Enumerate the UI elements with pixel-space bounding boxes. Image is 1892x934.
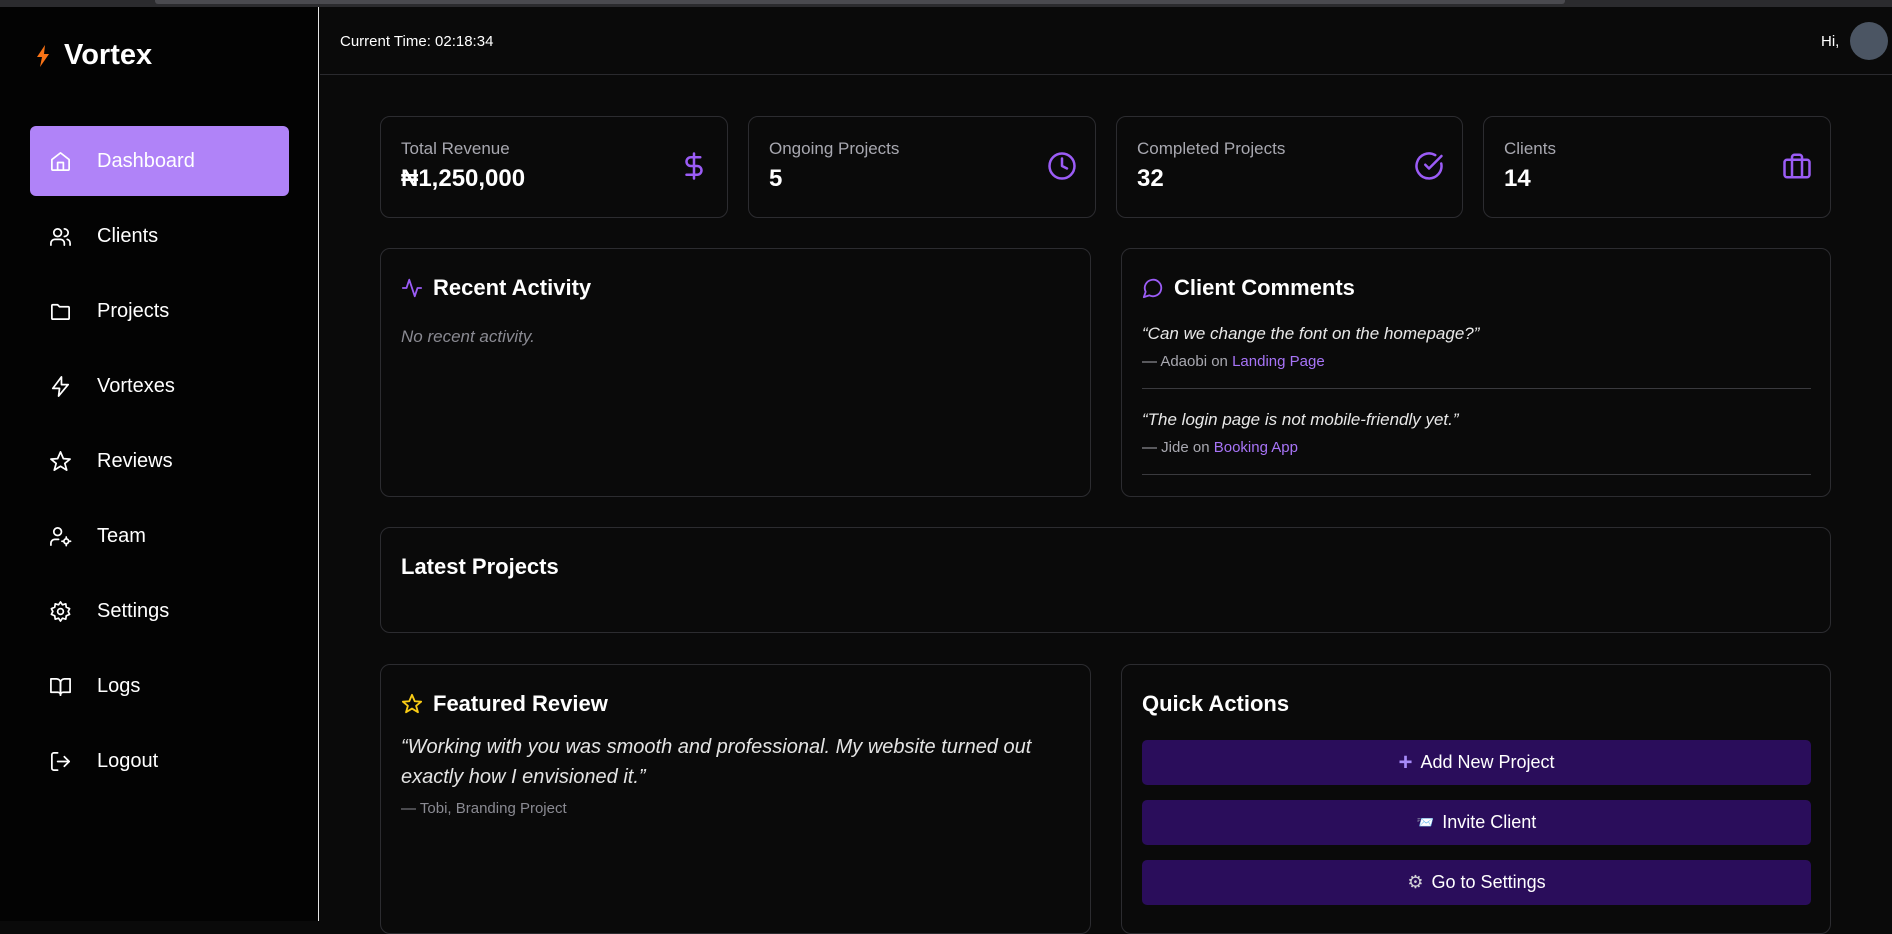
sidebar-item-label: Settings <box>97 599 170 622</box>
gear-icon <box>50 600 71 622</box>
featured-review-heading: Featured Review <box>433 691 608 716</box>
star-icon <box>50 450 71 471</box>
dollar-icon <box>685 152 703 180</box>
comment-project-link[interactable]: Booking App <box>1214 439 1298 456</box>
stat-value: 5 <box>769 165 783 192</box>
quick-actions-card: Quick Actions + Add New Project 📨 Invite… <box>1121 664 1831 934</box>
sidebar: Vortex Dashboard Clients Projects Vortex… <box>0 7 319 921</box>
sidebar-item-label: Projects <box>97 299 170 322</box>
avatar[interactable] <box>1850 22 1888 60</box>
current-time: Current Time: 02:18:34 <box>340 33 494 50</box>
comment-quote: “The login page is not mobile-friendly y… <box>1142 410 1459 429</box>
quick-actions-heading: Quick Actions <box>1142 691 1290 716</box>
brand-logo[interactable]: Vortex <box>36 39 152 72</box>
latest-projects-card: Latest Projects <box>380 527 1831 633</box>
comment-quote: “Can we change the font on the homepage?… <box>1142 324 1480 343</box>
comment-item: “The login page is not mobile-friendly y… <box>1142 410 1811 475</box>
gear-icon: ⚙ <box>1407 872 1424 892</box>
sidebar-item-clients[interactable]: Clients <box>30 201 289 271</box>
stat-card-clients: Clients 14 <box>1483 116 1831 218</box>
recent-activity-title: Recent Activity <box>401 275 591 301</box>
latest-projects-title: Latest Projects <box>401 554 559 580</box>
top-bar: Current Time: 02:18:34 Hi, <box>320 7 1892 75</box>
featured-review-title: Featured Review <box>401 691 608 717</box>
sidebar-item-label: Reviews <box>97 449 173 472</box>
button-label: Go to Settings <box>1431 872 1546 892</box>
comment-meta: — Adaobi on Landing Page <box>1142 353 1811 370</box>
client-comments-heading: Client Comments <box>1174 275 1355 300</box>
stat-value: 14 <box>1504 165 1531 192</box>
sidebar-item-projects[interactable]: Projects <box>30 276 289 346</box>
quick-actions-title: Quick Actions <box>1142 691 1289 717</box>
comment-author: — Jide on <box>1142 439 1214 456</box>
star-icon <box>401 693 423 714</box>
message-circle-icon <box>1142 278 1163 299</box>
zap-icon <box>51 375 70 397</box>
stat-label: Total Revenue <box>401 139 510 158</box>
recent-activity-heading: Recent Activity <box>433 275 592 300</box>
stat-label: Completed Projects <box>1137 139 1286 158</box>
stat-value: 32 <box>1137 165 1164 192</box>
bolt-logo-icon <box>37 44 49 67</box>
button-label: Add New Project <box>1420 752 1555 772</box>
plus-icon: + <box>1398 748 1413 776</box>
sidebar-item-label: Vortexes <box>97 374 175 397</box>
sidebar-nav: Dashboard Clients Projects Vortexes Revi… <box>30 126 289 801</box>
sidebar-item-label: Logs <box>97 674 141 697</box>
browser-tab-bar <box>155 0 1565 4</box>
review-author: — Tobi, Branding Project <box>401 800 567 817</box>
check-circle-icon <box>1415 152 1443 180</box>
invite-client-button[interactable]: 📨 Invite Client <box>1142 800 1811 845</box>
stat-label: Clients <box>1504 139 1556 158</box>
latest-projects-heading: Latest Projects <box>401 554 559 579</box>
comment-project-link[interactable]: Landing Page <box>1232 353 1325 370</box>
empty-activity-text: No recent activity. <box>401 327 535 346</box>
comment-item: “Can we change the font on the homepage?… <box>1142 324 1811 389</box>
sidebar-item-label: Team <box>97 524 146 547</box>
users-icon <box>50 227 71 246</box>
folder-icon <box>51 303 70 320</box>
stat-label: Ongoing Projects <box>769 139 900 158</box>
brand-name: Vortex <box>64 39 153 71</box>
logout-icon <box>51 751 70 771</box>
sidebar-item-label: Clients <box>97 224 159 247</box>
sidebar-item-logout[interactable]: Logout <box>30 726 289 796</box>
client-comments-card: Client Comments “Can we change the font … <box>1121 248 1831 497</box>
comment-meta: — Jide on Booking App <box>1142 439 1811 456</box>
featured-review-card: Featured Review “Working with you was sm… <box>380 664 1091 934</box>
sidebar-item-label: Dashboard <box>97 149 195 172</box>
comment-author: — Adaobi on <box>1142 353 1233 370</box>
sidebar-item-label: Logout <box>97 749 159 772</box>
sidebar-item-settings[interactable]: Settings <box>30 576 289 646</box>
sidebar-item-team[interactable]: Team <box>30 501 289 571</box>
sidebar-item-reviews[interactable]: Reviews <box>30 426 289 496</box>
add-new-project-button[interactable]: + Add New Project <box>1142 740 1811 785</box>
recent-activity-card: Recent Activity No recent activity. <box>380 248 1091 497</box>
review-text: “Working with you was smooth and profess… <box>401 736 1032 788</box>
user-cog-icon <box>50 526 72 546</box>
button-label: Invite Client <box>1442 812 1537 832</box>
briefcase-icon <box>1783 153 1811 179</box>
sidebar-item-logs[interactable]: Logs <box>30 651 289 721</box>
sidebar-item-dashboard[interactable]: Dashboard <box>30 126 289 196</box>
clock-icon <box>1048 152 1076 180</box>
browser-top-strip <box>0 0 1892 7</box>
stat-card-ongoing: Ongoing Projects 5 <box>748 116 1096 218</box>
stat-card-revenue: Total Revenue ₦1,250,000 <box>380 116 728 218</box>
envelope-icon: 📨 <box>1416 814 1435 830</box>
greeting: Hi, <box>1821 33 1840 50</box>
book-icon <box>50 677 71 696</box>
stat-value: ₦1,250,000 <box>401 165 526 192</box>
stat-card-completed: Completed Projects 32 <box>1116 116 1463 218</box>
home-icon <box>51 151 70 171</box>
sidebar-item-vortexes[interactable]: Vortexes <box>30 351 289 421</box>
client-comments-title: Client Comments <box>1142 275 1355 301</box>
go-to-settings-button[interactable]: ⚙ Go to Settings <box>1142 860 1811 905</box>
activity-icon <box>401 278 423 298</box>
